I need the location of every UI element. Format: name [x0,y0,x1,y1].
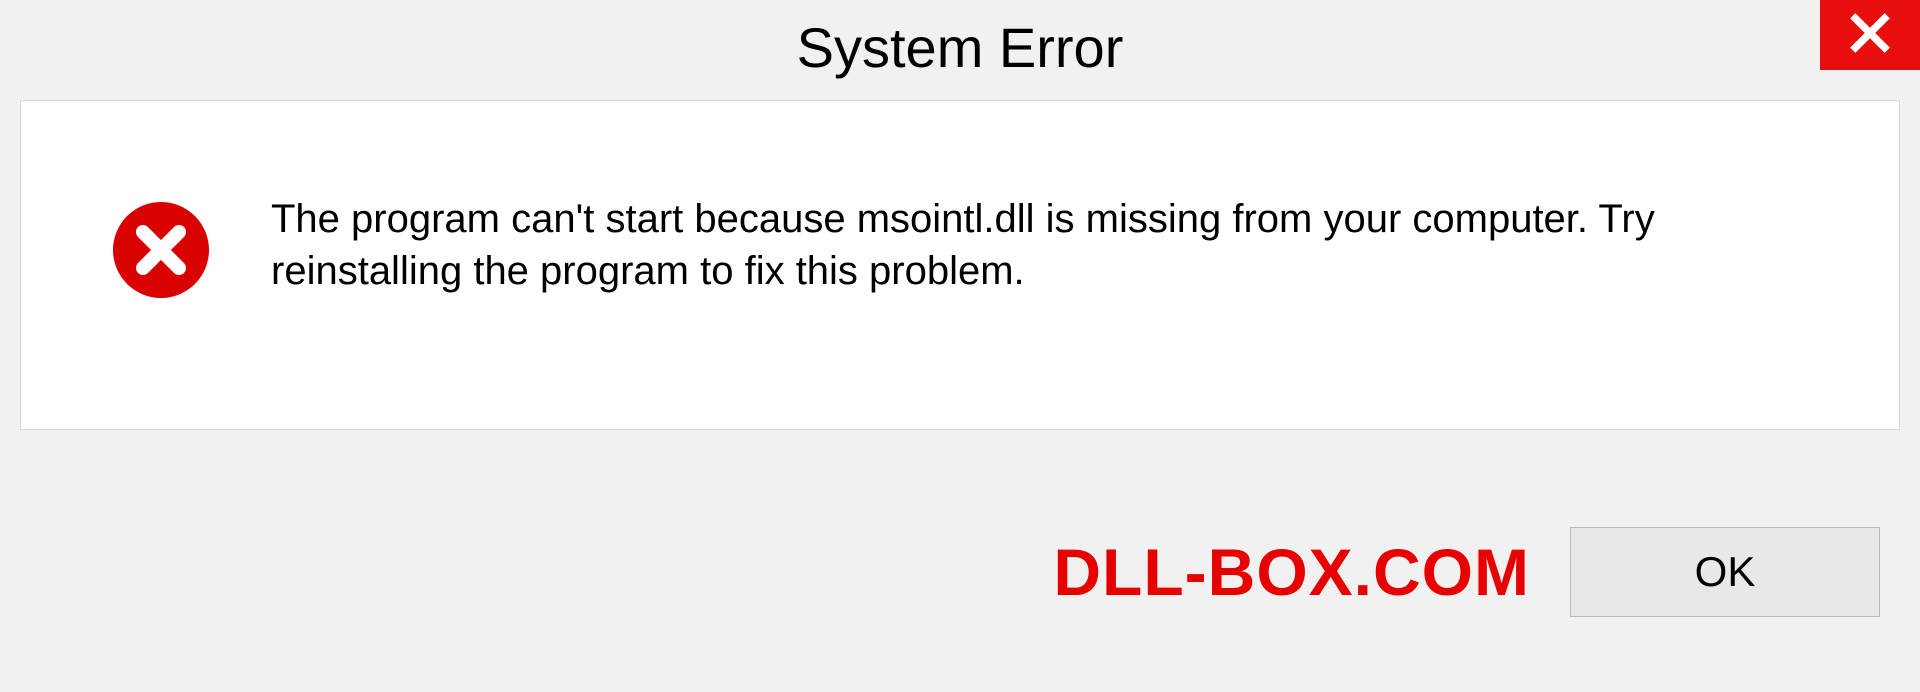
dialog-title: System Error [797,15,1124,80]
watermark-text: DLL-BOX.COM [1053,534,1530,610]
dialog-footer: DLL-BOX.COM OK [0,452,1920,692]
error-message: The program can't start because msointl.… [271,193,1809,297]
close-button[interactable] [1820,0,1920,70]
close-icon [1848,11,1892,60]
error-icon [111,200,211,300]
titlebar: System Error [0,0,1920,100]
dialog-body: The program can't start because msointl.… [20,100,1900,430]
ok-button[interactable]: OK [1570,527,1880,617]
